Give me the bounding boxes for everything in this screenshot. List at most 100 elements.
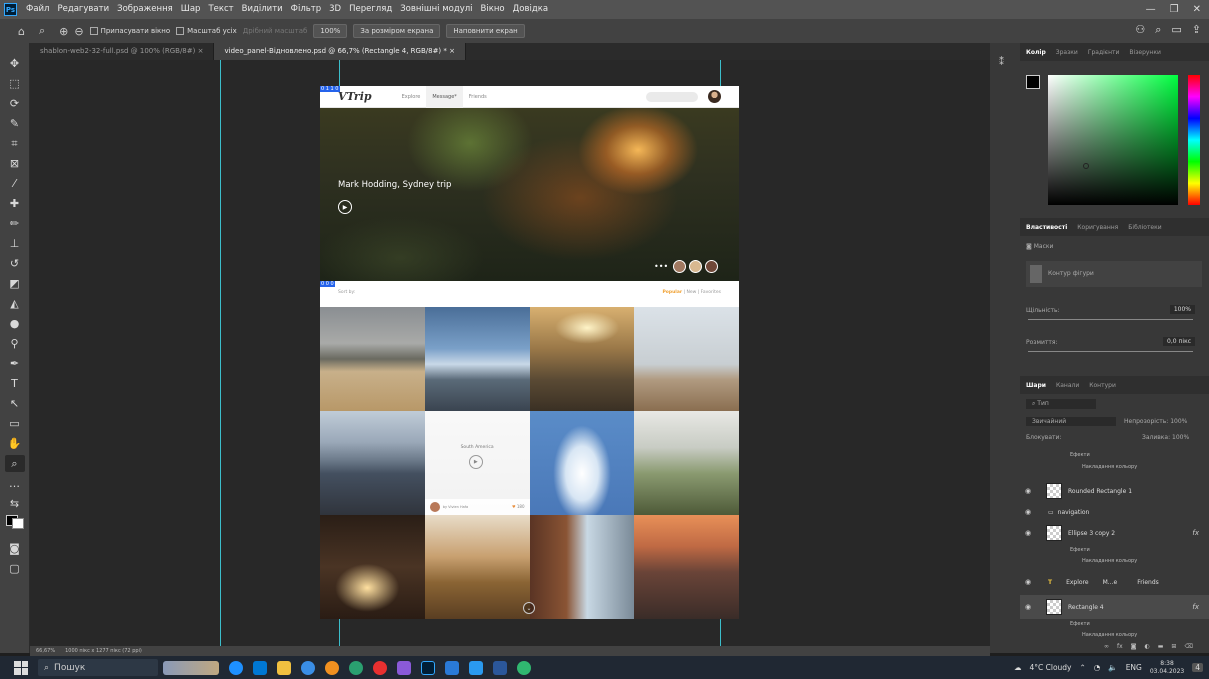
workspace-icon[interactable]: ▭	[1171, 23, 1181, 37]
layer-filter-select[interactable]: ⌕ Тип	[1026, 399, 1096, 409]
search-icon[interactable]: ⌕	[1155, 23, 1161, 37]
opacity-control[interactable]: Непрозорість: 100%	[1124, 418, 1187, 425]
nav-friends[interactable]: Friends	[463, 86, 493, 108]
layer-group-navigation[interactable]: ◉ ▭ navigation	[1020, 505, 1209, 519]
photo-beach[interactable]	[320, 307, 425, 411]
menu-plugins[interactable]: Зовнішні модулі	[396, 0, 476, 19]
photo-desert[interactable]	[424, 515, 530, 619]
tab-gradients[interactable]: Градієнти	[1088, 49, 1120, 56]
hue-slider[interactable]	[1188, 75, 1200, 205]
blend-mode-select[interactable]: Звичайний	[1026, 417, 1116, 426]
edge-icon[interactable]	[229, 660, 243, 675]
menu-edit[interactable]: Редагувати	[53, 0, 113, 19]
sort-rest[interactable]: | New | Favorites	[684, 290, 721, 295]
link-icon[interactable]: ∞	[1104, 643, 1109, 650]
restore-icon[interactable]: ❐	[1170, 4, 1179, 15]
tab-layers[interactable]: Шари	[1026, 382, 1046, 389]
tab-channels[interactable]: Канали	[1056, 382, 1079, 389]
app-icon[interactable]	[397, 660, 411, 675]
tab-shablon[interactable]: shablon-web2-32-full.psd @ 100% (RGB/8#)…	[30, 43, 215, 60]
tab-color[interactable]: Колір	[1026, 49, 1046, 56]
color-field[interactable]	[1048, 75, 1178, 205]
weather-text[interactable]: 4°C Cloudy	[1029, 663, 1071, 672]
mask-icon[interactable]: ◙	[1131, 643, 1137, 650]
dodge-tool-icon[interactable]: ⚲	[5, 335, 25, 352]
zoom-out-icon[interactable]: ⊖	[74, 25, 83, 38]
foreground-color[interactable]	[1026, 75, 1040, 89]
close-icon[interactable]: ✕	[1193, 4, 1201, 15]
zoom-tool-icon[interactable]: ⌕	[4, 455, 25, 472]
like-count[interactable]: ♥ 180	[512, 504, 525, 509]
fill-screen-button[interactable]: Наповнити екран	[446, 24, 525, 38]
fx-icon[interactable]: fx	[1192, 529, 1199, 537]
new-layer-icon[interactable]: ⊞	[1171, 643, 1176, 650]
trash-icon[interactable]: ⌫	[1184, 643, 1192, 650]
network-icon[interactable]: ◔	[1094, 663, 1101, 672]
swap-colors-icon[interactable]: ⇆	[5, 495, 25, 512]
hand-tool-icon[interactable]: ✋	[5, 435, 25, 452]
store-icon[interactable]	[253, 660, 267, 675]
photoshop-icon[interactable]	[421, 660, 435, 675]
tab-video-panel[interactable]: video_panel-Відновлено.psd @ 66,7% (Rect…	[214, 43, 466, 60]
tab-adjustments[interactable]: Коригування	[1077, 224, 1118, 231]
density-slider[interactable]	[1028, 319, 1193, 320]
eye-icon[interactable]: ◉	[1020, 508, 1036, 516]
nav-message[interactable]: Message*	[426, 86, 463, 108]
menu-select[interactable]: Виділити	[238, 0, 287, 19]
color-picker-cursor[interactable]	[1083, 163, 1089, 169]
shape-mask-row[interactable]: Контур фігури	[1026, 261, 1202, 287]
adjustment-icon[interactable]: ◐	[1145, 643, 1150, 650]
chrome-icon[interactable]	[325, 660, 339, 675]
play-icon[interactable]: ▶	[468, 455, 483, 469]
healing-tool-icon[interactable]: ✚	[5, 195, 25, 212]
language-indicator[interactable]: ENG	[1126, 663, 1142, 672]
word-icon[interactable]	[493, 660, 507, 675]
screen-mode-icon[interactable]: ▢	[5, 560, 25, 577]
photo-sunset-person[interactable]	[634, 515, 739, 619]
volume-icon[interactable]: 🔈	[1108, 663, 1117, 672]
marquee-tool-icon[interactable]: ⬚	[5, 75, 25, 92]
vscode-icon[interactable]	[469, 660, 483, 675]
chevron-down-icon[interactable]: ⌄	[523, 602, 535, 614]
document-canvas[interactable]: VTrip Explore Message* Friends 0 1 1 0 M…	[320, 86, 739, 619]
eraser-tool-icon[interactable]: ◩	[5, 275, 25, 292]
photo-cliffs[interactable]	[529, 515, 635, 619]
photo-fog-sunrise[interactable]	[529, 307, 635, 411]
site-search-input[interactable]	[646, 92, 698, 102]
yandex-icon[interactable]	[373, 660, 387, 675]
layer-rounded-rectangle[interactable]: ◉ Rounded Rectangle 1	[1020, 479, 1209, 503]
play-icon[interactable]: ▶	[338, 200, 352, 214]
photo-card-south-america[interactable]: South America ▶ by Vivien Hafa ♥ 180	[424, 411, 530, 515]
density-value[interactable]: 100%	[1169, 305, 1195, 314]
blur-tool-icon[interactable]: ●	[5, 315, 25, 332]
guide-line[interactable]	[220, 60, 221, 646]
menu-window[interactable]: Вікно	[477, 0, 509, 19]
tab-properties[interactable]: Властивості	[1026, 224, 1067, 231]
zoom-level[interactable]: 66,67%	[36, 648, 55, 654]
fill-control[interactable]: Заливка: 100%	[1142, 434, 1189, 441]
color-swatches[interactable]	[5, 515, 25, 537]
crop-tool-icon[interactable]: ⌗	[5, 135, 25, 152]
fx-icon[interactable]: fx	[1117, 643, 1123, 650]
weather-icon[interactable]: ☁	[1014, 663, 1022, 672]
app-icon[interactable]	[349, 660, 363, 675]
background-color[interactable]	[11, 518, 24, 529]
pen-tool-icon[interactable]: ✒	[5, 355, 25, 372]
more-tools-icon[interactable]: …	[5, 475, 25, 492]
frame-tool-icon[interactable]: ⊠	[5, 155, 25, 172]
windows-start-icon[interactable]	[14, 660, 28, 675]
menu-layer[interactable]: Шар	[177, 0, 205, 19]
taskbar-search[interactable]: ⌕ Пошук	[38, 659, 158, 676]
close-icon[interactable]: ×	[198, 47, 204, 55]
lasso-tool-icon[interactable]: ⟳	[5, 95, 25, 112]
notification-badge[interactable]: 4	[1192, 663, 1203, 672]
chevron-up-icon[interactable]: ⌃	[1080, 663, 1086, 672]
collapsed-panel-icon[interactable]: ⁑	[999, 57, 1004, 68]
avatar[interactable]	[429, 502, 440, 512]
layer-ellipse[interactable]: ◉ Ellipse 3 copy 2 fx	[1020, 521, 1209, 545]
close-icon[interactable]: ×	[449, 47, 455, 55]
move-tool-icon[interactable]: ✥	[5, 55, 25, 72]
feather-value[interactable]: 0,0 пікс	[1163, 337, 1195, 346]
tab-paths[interactable]: Контури	[1089, 382, 1116, 389]
fx-icon[interactable]: fx	[1192, 603, 1199, 611]
